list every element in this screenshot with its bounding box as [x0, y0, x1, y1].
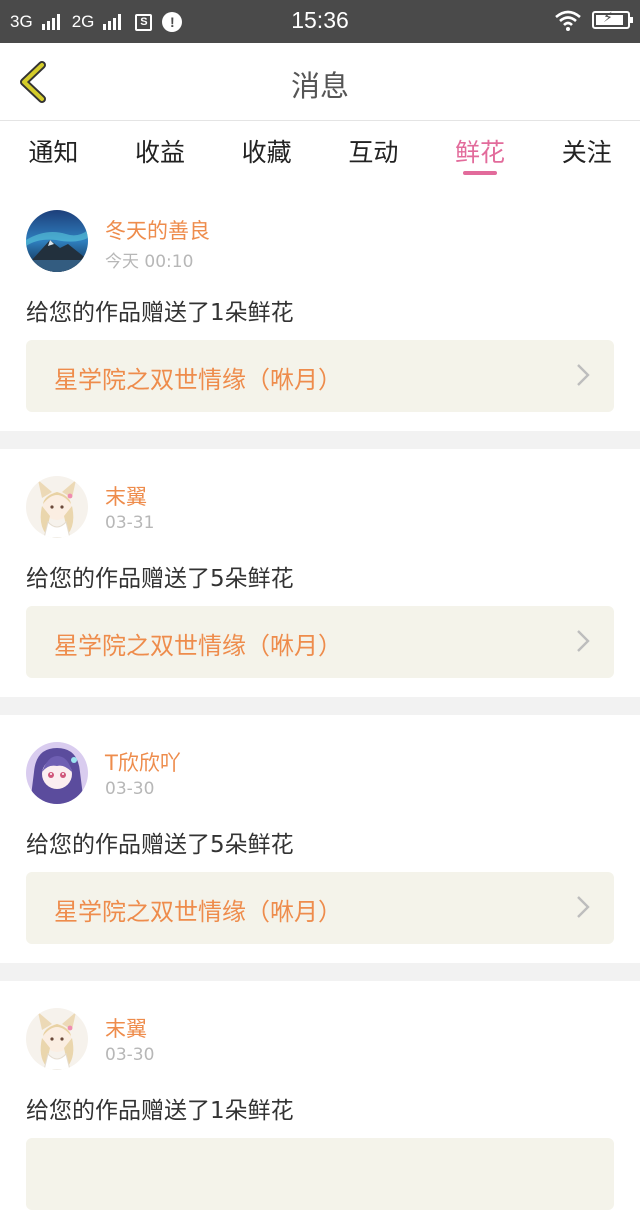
tab-bar: 通知 收益 收藏 互动 鲜花 关注	[0, 121, 640, 183]
tab-favorites[interactable]: 收藏	[213, 121, 320, 183]
message-time: 03-30	[105, 779, 155, 799]
divider	[0, 431, 640, 449]
work-link[interactable]: 星学院之双世情缘（咻月）	[26, 606, 614, 678]
user-name[interactable]: 冬天的善良	[105, 215, 210, 245]
message-list: 冬天的善良 今天 00:10 给您的作品赠送了1朵鲜花 星学院之双世情缘（咻月）	[0, 183, 640, 1229]
work-title: 星学院之双世情缘（咻月）	[54, 632, 342, 660]
chevron-right-icon	[577, 364, 590, 386]
user-name[interactable]: 末翼	[105, 1013, 147, 1043]
chevron-right-icon	[577, 630, 590, 652]
status-right: ⚡	[554, 9, 633, 31]
page-title: 消息	[290, 69, 349, 103]
avatar[interactable]	[26, 1008, 88, 1070]
tab-follow[interactable]: 关注	[533, 121, 640, 183]
battery-icon: ⚡	[592, 10, 633, 29]
work-link[interactable]: 星学院之双世情缘（咻月）	[26, 340, 614, 412]
wifi-icon	[555, 10, 581, 31]
message-text: 给您的作品赠送了1朵鲜花	[26, 300, 294, 326]
tab-interaction[interactable]: 互动	[320, 121, 427, 183]
divider	[0, 963, 640, 981]
message-time: 今天 00:10	[105, 252, 194, 272]
message-card: 末翼 03-31 给您的作品赠送了5朵鲜花 星学院之双世情缘（咻月）	[0, 449, 640, 697]
user-name[interactable]: T欣欣吖	[105, 747, 181, 777]
message-text: 给您的作品赠送了5朵鲜花	[26, 832, 294, 858]
work-link[interactable]: 星学院之双世情缘（咻月）	[26, 872, 614, 944]
status-time: 15:36	[291, 7, 349, 33]
chevron-right-icon	[577, 896, 590, 918]
work-title: 星学院之双世情缘（咻月）	[54, 898, 342, 926]
status-bar: 3G 2G S ! 15:36 ⚡	[0, 0, 640, 43]
message-card: 冬天的善良 今天 00:10 给您的作品赠送了1朵鲜花 星学院之双世情缘（咻月）	[0, 183, 640, 431]
avatar[interactable]	[26, 476, 88, 538]
message-time: 03-30	[105, 1045, 155, 1065]
message-card: 末翼 03-30 给您的作品赠送了1朵鲜花	[0, 981, 640, 1229]
message-time: 03-31	[105, 513, 155, 533]
avatar[interactable]	[26, 210, 88, 272]
user-name[interactable]: 末翼	[105, 481, 147, 511]
top-nav-bar: 消息	[0, 43, 640, 121]
tab-flowers[interactable]: 鲜花	[427, 121, 534, 183]
work-link[interactable]	[26, 1138, 614, 1210]
message-text: 给您的作品赠送了1朵鲜花	[26, 1098, 294, 1124]
message-card: T欣欣吖 03-30 给您的作品赠送了5朵鲜花 星学院之双世情缘（咻月）	[0, 715, 640, 963]
avatar[interactable]	[26, 742, 88, 804]
tab-notice[interactable]: 通知	[0, 121, 107, 183]
work-title: 星学院之双世情缘（咻月）	[54, 366, 342, 394]
message-text: 给您的作品赠送了5朵鲜花	[26, 566, 294, 592]
divider	[0, 697, 640, 715]
tab-earnings[interactable]: 收益	[107, 121, 214, 183]
